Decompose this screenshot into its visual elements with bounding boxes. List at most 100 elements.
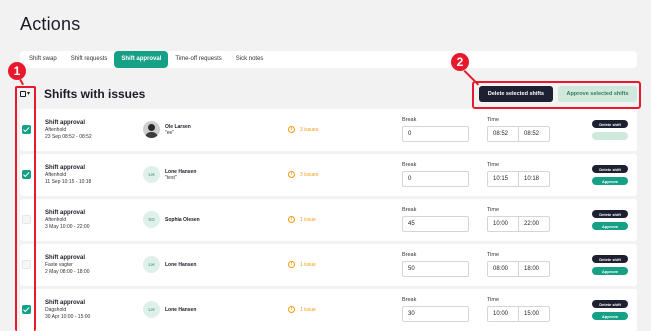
annotation-connector-1 xyxy=(19,79,24,86)
break-label: Break xyxy=(402,252,417,258)
shift-type: Aftenhold xyxy=(45,127,67,133)
issue-count: 3 issues xyxy=(300,126,319,133)
delete-shift-button[interactable]: Delete shift xyxy=(592,210,628,218)
shift-title: Shift approval xyxy=(45,210,86,216)
issue-indicator[interactable]: ! 3 issues xyxy=(288,126,318,133)
avatar xyxy=(143,121,160,138)
chevron-down-icon: ▾ xyxy=(27,91,31,97)
row-checkbox[interactable] xyxy=(22,125,31,134)
break-label: Break xyxy=(402,162,417,168)
issue-indicator[interactable]: ! 1 issue xyxy=(288,261,316,268)
time-end-input[interactable]: 18:00 xyxy=(518,261,550,277)
break-input[interactable]: 45 xyxy=(402,216,469,232)
shift-row: Shift approval Faste vagter 2 May 08:00 … xyxy=(20,244,637,286)
annotation-connector-2 xyxy=(463,70,480,86)
delete-selected-shifts-button[interactable]: Delete selected shifts xyxy=(479,86,553,102)
annotation-badge-1: 1 xyxy=(8,62,26,80)
avatar: LH xyxy=(143,256,160,273)
shift-type: Aftenhold xyxy=(45,217,67,223)
time-end-input[interactable]: 08:52 xyxy=(518,126,550,142)
row-checkbox[interactable] xyxy=(22,260,31,269)
row-checkbox[interactable] xyxy=(22,305,31,314)
break-input[interactable]: 0 xyxy=(402,171,469,187)
approve-button[interactable]: Approve xyxy=(592,177,628,185)
issue-count: 1 issue xyxy=(300,261,316,268)
tab-shift-approval[interactable]: Shift approval xyxy=(114,51,169,68)
time-label: Time xyxy=(487,297,500,303)
time-start-input[interactable]: 08:00 xyxy=(487,261,519,277)
time-start-input[interactable]: 10:00 xyxy=(487,306,519,322)
avatar: SO xyxy=(143,211,160,228)
shift-type: Faste vagter xyxy=(45,262,73,268)
time-label: Time xyxy=(487,207,500,213)
shift-title: Shift approval xyxy=(45,120,86,126)
time-label: Time xyxy=(487,162,500,168)
tab-shift-swap[interactable]: Shift swap xyxy=(22,51,64,68)
avatar: LH xyxy=(143,301,160,318)
break-label: Break xyxy=(402,207,417,213)
delete-shift-button[interactable]: Delete shift xyxy=(592,165,628,173)
avatar-head xyxy=(148,124,155,131)
approve-selected-shifts-button[interactable]: Approve selected shifts xyxy=(558,86,637,102)
row-checkbox[interactable] xyxy=(22,170,31,179)
shift-row: Shift approval Dagshold 30 Apr 10:00 - 1… xyxy=(20,289,637,331)
time-start-input[interactable]: 08:52 xyxy=(487,126,519,142)
time-start-input[interactable]: 10:00 xyxy=(487,216,519,232)
shift-row: Shift approval Aftenhold 11 Sep 10:15 - … xyxy=(20,154,637,196)
shift-date: 23 Sep 08:52 - 08:52 xyxy=(45,134,92,140)
tab-shift-requests[interactable]: Shift requests xyxy=(64,51,115,68)
break-input[interactable]: 50 xyxy=(402,261,469,277)
tab-sick-notes[interactable]: Sick notes xyxy=(229,51,271,68)
shift-info: Shift approval Aftenhold 11 Sep 10:15 - … xyxy=(45,164,91,186)
time-start-input[interactable]: 10:15 xyxy=(487,171,519,187)
tab-time-off-requests[interactable]: Time-off requests xyxy=(168,51,228,68)
employee-name: Lone Hansen xyxy=(165,307,197,313)
issue-indicator[interactable]: ! 1 issue xyxy=(288,306,316,313)
approve-button[interactable]: Approve xyxy=(592,312,628,320)
warning-icon: ! xyxy=(288,306,295,313)
shift-row: Shift approval Aftenhold 3 May 10:00 - 2… xyxy=(20,199,637,241)
avatar-shoulder xyxy=(145,132,158,138)
employee: Lone Hansen xyxy=(165,262,196,268)
section-title: Shifts with issues xyxy=(44,87,146,101)
issue-indicator[interactable]: ! 3 issues xyxy=(288,171,318,178)
warning-icon: ! xyxy=(288,261,295,268)
annotation-badge-2: 2 xyxy=(451,53,469,71)
break-label: Break xyxy=(402,297,417,303)
shift-date: 2 May 08:00 - 18:00 xyxy=(45,269,90,275)
warning-icon: ! xyxy=(288,126,295,133)
delete-shift-button[interactable]: Delete shift xyxy=(592,120,628,128)
employee-comment: "ee" xyxy=(165,130,175,136)
issue-count: 1 issue xyxy=(300,216,316,223)
select-all-checkbox-icon[interactable]: ▾ xyxy=(20,90,31,98)
issue-indicator[interactable]: ! 1 issue xyxy=(288,216,316,223)
time-end-input[interactable]: 10:18 xyxy=(518,171,550,187)
shift-date: 11 Sep 10:15 - 10:18 xyxy=(45,179,92,185)
time-end-input[interactable]: 15:00 xyxy=(518,306,550,322)
time-label: Time xyxy=(487,252,500,258)
approve-button[interactable]: Approve xyxy=(592,267,628,275)
shift-info: Shift approval Aftenhold 23 Sep 08:52 - … xyxy=(45,119,92,141)
shift-date: 3 May 10:00 - 22:00 xyxy=(45,224,90,230)
row-checkbox[interactable] xyxy=(22,215,31,224)
tab-bar: Shift swap Shift requests Shift approval… xyxy=(20,51,637,68)
employee: Lone Hansen xyxy=(165,307,196,313)
shift-info: Shift approval Aftenhold 3 May 10:00 - 2… xyxy=(45,209,89,231)
delete-shift-button[interactable]: Delete shift xyxy=(592,300,628,308)
shift-row: Shift approval Aftenhold 23 Sep 08:52 - … xyxy=(20,109,637,151)
approve-button[interactable]: Approve xyxy=(592,132,628,140)
shift-list: Shift approval Aftenhold 23 Sep 08:52 - … xyxy=(20,109,637,331)
break-input[interactable]: 0 xyxy=(402,126,469,142)
break-input[interactable]: 30 xyxy=(402,306,469,322)
shift-info: Shift approval Dagshold 30 Apr 10:00 - 1… xyxy=(45,299,90,321)
employee: Lone Hansen "test" xyxy=(165,169,196,181)
approve-button[interactable]: Approve xyxy=(592,222,628,230)
delete-shift-button[interactable]: Delete shift xyxy=(592,255,628,263)
shift-date: 30 Apr 10:00 - 15:00 xyxy=(45,314,91,320)
employee-comment: "test" xyxy=(165,175,177,181)
time-label: Time xyxy=(487,117,500,123)
page-title: Actions xyxy=(20,14,81,34)
employee: Sophia Olesen xyxy=(165,217,200,223)
employee-name: Sophia Olesen xyxy=(165,217,200,223)
time-end-input[interactable]: 22:00 xyxy=(518,216,550,232)
